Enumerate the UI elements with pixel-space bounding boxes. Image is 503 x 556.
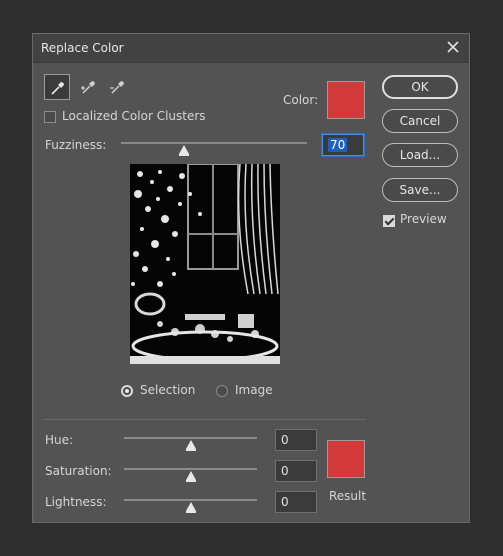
selection-preview-image bbox=[130, 164, 280, 364]
result-swatch[interactable] bbox=[327, 440, 365, 478]
hue-slider-thumb[interactable] bbox=[186, 440, 196, 451]
ok-button[interactable]: OK bbox=[382, 75, 458, 99]
eyedropper-add-icon bbox=[81, 81, 95, 94]
hue-label: Hue: bbox=[45, 433, 74, 447]
hue-slider-track[interactable] bbox=[124, 437, 257, 439]
localized-color-clusters-label: Localized Color Clusters bbox=[62, 109, 206, 123]
dialog-titlebar: Replace Color bbox=[33, 34, 469, 63]
image-radio[interactable] bbox=[216, 385, 228, 397]
selection-radio-label: Selection bbox=[140, 383, 196, 397]
fuzziness-label: Fuzziness: bbox=[45, 138, 107, 152]
saturation-slider-track[interactable] bbox=[124, 468, 257, 470]
lightness-slider-thumb[interactable] bbox=[186, 502, 196, 513]
preview-checkbox-label: Preview bbox=[400, 212, 447, 226]
close-icon[interactable] bbox=[443, 37, 463, 57]
replace-color-dialog: Replace Color Localized Color Clusters C… bbox=[32, 33, 470, 523]
saturation-input[interactable]: 0 bbox=[275, 460, 317, 482]
preview-checkbox[interactable] bbox=[383, 215, 395, 227]
lightness-input[interactable]: 0 bbox=[275, 491, 317, 513]
saturation-label: Saturation: bbox=[45, 464, 112, 478]
selection-radio[interactable] bbox=[121, 385, 133, 397]
eyedropper-subtract-tool-button[interactable] bbox=[105, 74, 131, 100]
localized-color-clusters-checkbox[interactable] bbox=[44, 111, 56, 123]
saturation-slider-thumb[interactable] bbox=[186, 471, 196, 482]
eyedropper-add-tool-button[interactable] bbox=[76, 74, 102, 100]
fuzziness-slider-thumb[interactable] bbox=[179, 145, 189, 156]
hue-input[interactable]: 0 bbox=[275, 429, 317, 451]
result-label: Result bbox=[329, 489, 367, 503]
color-label: Color: bbox=[283, 93, 319, 107]
eyedropper-icon bbox=[51, 82, 64, 95]
color-swatch[interactable] bbox=[327, 81, 365, 119]
fuzziness-slider-track[interactable] bbox=[121, 142, 307, 144]
section-divider bbox=[43, 419, 366, 420]
eyedropper-tool-button[interactable] bbox=[44, 74, 70, 100]
dialog-title: Replace Color bbox=[41, 41, 124, 55]
save-button[interactable]: Save... bbox=[382, 178, 458, 202]
fuzziness-input[interactable]: 70 bbox=[322, 134, 364, 156]
load-button[interactable]: Load... bbox=[382, 143, 458, 167]
image-radio-label: Image bbox=[235, 383, 273, 397]
cancel-button[interactable]: Cancel bbox=[382, 109, 458, 133]
lightness-label: Lightness: bbox=[45, 495, 107, 509]
lightness-slider-track[interactable] bbox=[124, 499, 257, 501]
eyedropper-subtract-icon bbox=[110, 81, 124, 94]
